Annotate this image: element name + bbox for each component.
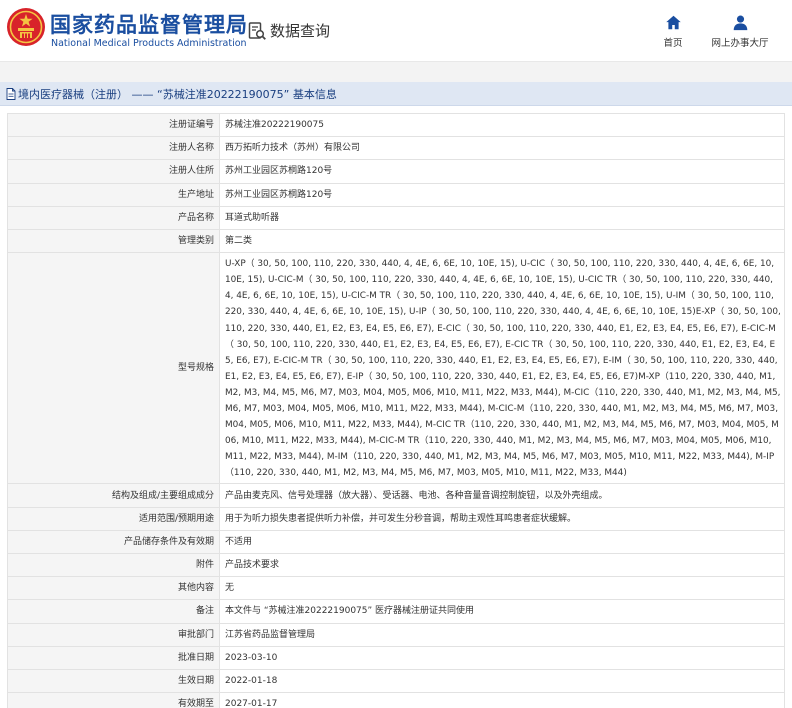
table-row: 注册证编号 苏械注准20222190075 bbox=[7, 112, 785, 138]
registration-number-label: 注册证编号 bbox=[7, 112, 220, 138]
table-row: 注册人住所 苏州工业园区苏桐路120号 bbox=[7, 159, 785, 184]
data-query-link[interactable]: 数据查询 bbox=[247, 20, 330, 41]
table-row: 审批部门 江苏省药品监督管理局 bbox=[7, 622, 785, 647]
intended-use-value: 用于为听力损失患者提供听力补偿，并可发生分秒音调，帮助主观性耳鸣患者症状缓解。 bbox=[219, 506, 785, 531]
registrant-name-label: 注册人名称 bbox=[7, 136, 220, 161]
table-row: 结构及组成/主要组成成分 产品由麦克风、信号处理器（放大器）、受话器、电池、各种音… bbox=[7, 483, 785, 508]
expiry-date-value: 2027-01-17 bbox=[219, 692, 785, 708]
effective-date-value: 2022-01-18 bbox=[219, 668, 785, 694]
registrant-address-value: 苏州工业园区苏桐路120号 bbox=[219, 159, 785, 184]
approval-date-label: 批准日期 bbox=[7, 645, 220, 670]
table-row: 管理类别 第二类 bbox=[7, 228, 785, 254]
structure-composition-value: 产品由麦克风、信号处理器（放大器）、受话器、电池、各种音量音调控制旋钮，以及外壳… bbox=[219, 483, 785, 508]
detail-table: 注册证编号 苏械注准20222190075 注册人名称 西万拓听力技术（苏州）有限公司… bbox=[7, 112, 785, 708]
nav-online-hall-label: 网上办事大厅 bbox=[711, 38, 769, 49]
remarks-value: 本文件与 “苏械注准20222190075” 医疗器械注册证共同使用 bbox=[219, 599, 785, 624]
table-row: 产品名称 耳道式助听器 bbox=[7, 205, 785, 230]
registrant-name-value: 西万拓听力技术（苏州）有限公司 bbox=[219, 136, 785, 161]
site-title[interactable]: 国家药品监督管理局 bbox=[50, 9, 248, 39]
nav-online-hall[interactable]: 网上办事大厅 bbox=[700, 14, 780, 49]
site-header: 国家药品监督管理局 National Medical Products Admi… bbox=[0, 0, 792, 62]
user-icon bbox=[733, 15, 747, 31]
management-class-label: 管理类别 bbox=[7, 228, 220, 254]
table-row: 注册人名称 西万拓听力技术（苏州）有限公司 bbox=[7, 136, 785, 161]
table-row: 其他内容无 bbox=[7, 576, 785, 601]
site-subtitle: National Medical Products Administration bbox=[51, 38, 247, 49]
attachments-value: 产品技术要求 bbox=[219, 552, 785, 578]
table-row: 附件 产品技术要求 bbox=[7, 552, 785, 578]
table-row: 有效期至 2027-01-17 bbox=[7, 692, 785, 708]
nav-home-label: 首页 bbox=[663, 38, 683, 49]
remarks-label: 备注 bbox=[7, 599, 220, 624]
intended-use-label: 适用范围/预期用途 bbox=[7, 506, 220, 531]
other-content-value: 无 bbox=[219, 576, 785, 601]
attachments-label: 附件 bbox=[7, 552, 220, 578]
header-gap bbox=[0, 62, 792, 82]
detail-table-container: 注册证编号 苏械注准20222190075 注册人名称 西万拓听力技术（苏州）有限公司… bbox=[0, 106, 792, 708]
production-address-label: 生产地址 bbox=[7, 182, 220, 207]
model-spec-label: 型号规格 bbox=[7, 252, 220, 485]
management-class-value: 第二类 bbox=[219, 228, 785, 254]
document-search-icon bbox=[248, 21, 266, 40]
approval-department-value: 江苏省药品监督管理局 bbox=[219, 622, 785, 647]
storage-validity-value: 不适用 bbox=[219, 529, 785, 555]
table-row: 备注 本文件与 “苏械注准20222190075” 医疗器械注册证共同使用 bbox=[7, 599, 785, 624]
data-query-label: 数据查询 bbox=[270, 22, 331, 40]
table-row: 型号规格 U-XP（ 30, 50, 100, 110, 220, 330, 44… bbox=[7, 252, 785, 485]
other-content-label: 其他内容 bbox=[7, 576, 220, 601]
document-icon bbox=[6, 87, 16, 100]
table-row: 生效日期 2022-01-18 bbox=[7, 668, 785, 694]
product-name-value: 耳道式助听器 bbox=[219, 205, 785, 230]
national-emblem-icon[interactable] bbox=[6, 7, 46, 47]
table-row: 适用范围/预期用途 用于为听力损失患者提供听力补偿，并可发生分秒音调，帮助主观性耳… bbox=[7, 506, 785, 531]
effective-date-label: 生效日期 bbox=[7, 668, 220, 694]
registration-number-value: 苏械注准20222190075 bbox=[219, 112, 785, 138]
home-icon bbox=[665, 15, 681, 30]
table-row: 产品储存条件及有效期 不适用 bbox=[7, 529, 785, 555]
production-address-value: 苏州工业园区苏桐路120号 bbox=[219, 182, 785, 207]
breadcrumb: 境内医疗器械（注册） —— “苏械注准20222190075” 基本信息 bbox=[0, 82, 792, 106]
approval-department-label: 审批部门 bbox=[7, 622, 220, 647]
page-title: 境内医疗器械（注册） —— “苏械注准20222190075” 基本信息 bbox=[18, 87, 337, 101]
registrant-address-label: 注册人住所 bbox=[7, 159, 220, 184]
table-row: 批准日期 2023-03-10 bbox=[7, 645, 785, 670]
storage-validity-label: 产品储存条件及有效期 bbox=[7, 529, 220, 555]
table-row: 生产地址 苏州工业园区苏桐路120号 bbox=[7, 182, 785, 207]
product-name-label: 产品名称 bbox=[7, 205, 220, 230]
approval-date-value: 2023-03-10 bbox=[219, 645, 785, 670]
model-spec-value: U-XP（ 30, 50, 100, 110, 220, 330, 440, 4… bbox=[219, 252, 785, 485]
expiry-date-label: 有效期至 bbox=[7, 692, 220, 708]
structure-composition-label: 结构及组成/主要组成成分 bbox=[7, 483, 220, 508]
